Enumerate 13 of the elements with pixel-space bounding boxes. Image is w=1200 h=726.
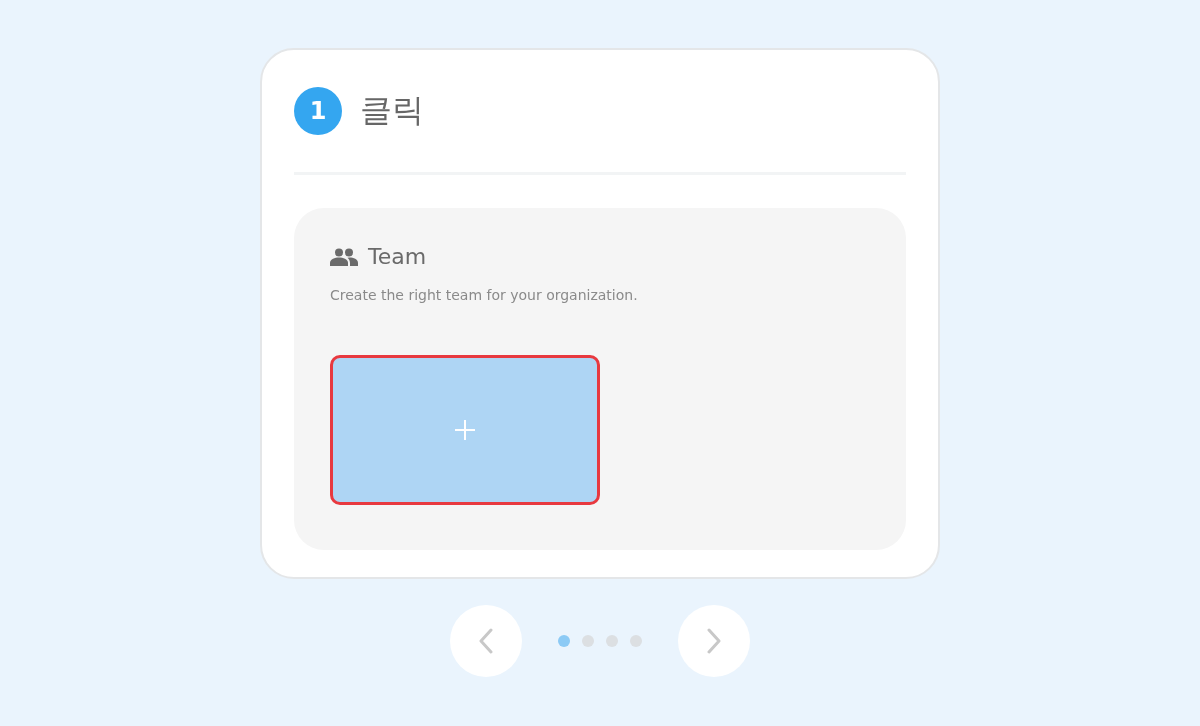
step-number: 1 bbox=[294, 87, 342, 135]
chevron-right-icon bbox=[707, 628, 721, 654]
plus-icon bbox=[454, 419, 476, 441]
page-dot[interactable] bbox=[606, 635, 618, 647]
add-team-button[interactable] bbox=[330, 355, 600, 505]
panel-title: Team bbox=[368, 244, 427, 269]
panel-description: Create the right team for your organization. bbox=[330, 287, 639, 303]
people-icon bbox=[330, 247, 358, 266]
step-title: 클릭 bbox=[360, 90, 424, 131]
page-dot[interactable] bbox=[558, 635, 570, 647]
chevron-left-icon bbox=[479, 628, 493, 654]
page-dot[interactable] bbox=[582, 635, 594, 647]
page-dot[interactable] bbox=[630, 635, 642, 647]
